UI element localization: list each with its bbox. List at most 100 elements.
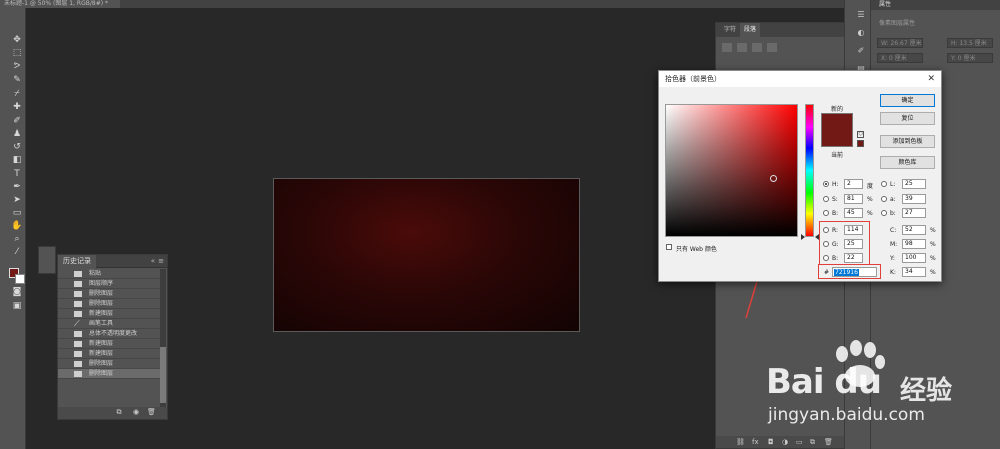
history-item[interactable]: 图层顺序 [58,279,161,289]
align-center-icon[interactable] [737,43,747,52]
magic-wand-tool-icon[interactable]: ✎ [10,74,24,86]
brush-settings-icon[interactable]: ✐ [855,46,867,58]
new-layer-icon[interactable]: ⧉ [810,438,815,446]
x-field[interactable]: X: 0 厘米 [877,53,923,63]
link-icon[interactable]: ⛓ [736,438,745,446]
y-field[interactable]: 100 [902,253,926,263]
group-icon[interactable]: ▭ [796,438,803,446]
quick-mask-icon[interactable]: ◙ [10,286,24,298]
add-to-swatches-button[interactable]: 添加到色板 [880,135,935,148]
history-scroll-thumb[interactable] [160,347,166,403]
watermark-suffix: 经验 [900,376,953,406]
layer-state-icon [74,331,82,337]
path-selection-tool-icon[interactable]: ➤ [10,194,24,206]
panel-menu-icon[interactable]: ≡ [158,255,164,268]
type-tool-icon[interactable]: T [10,168,24,180]
close-icon[interactable]: ✕ [927,71,935,87]
c-field[interactable]: 52 [902,225,926,235]
snapshot-icon[interactable]: ◉ [132,409,140,416]
align-right-icon[interactable] [752,43,762,52]
healing-brush-tool-icon[interactable]: ✚ [10,101,24,113]
marquee-tool-icon[interactable]: ⬚ [10,47,24,59]
y-field[interactable]: Y: 0 厘米 [947,53,993,63]
saturation-brightness-field[interactable] [665,104,798,237]
history-item[interactable]: 新建图层 [58,309,161,319]
hue-slider[interactable] [805,104,814,237]
lab-b-radio[interactable] [881,210,887,216]
zoom-tool-icon[interactable]: ⌕ [10,233,24,245]
align-left-icon[interactable] [722,43,732,52]
hand-tool-icon[interactable]: ✋ [10,220,24,232]
properties-icon[interactable]: ☰ [855,10,867,22]
reset-button[interactable]: 复位 [880,112,935,125]
pen-tool-icon[interactable]: ✒ [10,181,24,193]
l-field[interactable]: 25 [902,179,926,189]
eraser-tool-icon[interactable]: ◧ [10,154,24,166]
brush-tool-icon[interactable]: ✐ [10,115,24,127]
trash-icon[interactable]: 🗑 [147,409,156,416]
mask-icon[interactable]: ◘ [768,438,774,446]
new-color-swatch [821,113,853,130]
lab-b-field[interactable]: 27 [902,208,926,218]
b-radio[interactable] [823,210,829,216]
b-field[interactable]: 45 [844,208,863,218]
document-canvas[interactable] [273,178,580,332]
s-field[interactable]: 81 [844,194,863,204]
collapse-icon[interactable]: « [151,255,155,268]
web-colors-checkbox[interactable] [666,244,672,250]
history-item[interactable]: 新建图层 [58,339,161,349]
history-item[interactable]: 删除图层 [58,359,161,369]
history-item-selected[interactable]: 删除图层 [58,369,161,379]
history-item[interactable]: 删除图层 [58,299,161,309]
rectangle-tool-icon[interactable]: ▭ [10,207,24,219]
a-field[interactable]: 39 [902,194,926,204]
tab-paragraph[interactable]: 段落 [740,23,761,37]
c-label: C: [890,227,897,234]
new-document-from-state-icon[interactable]: ⧉ [115,409,123,416]
height-field[interactable]: H: 13.5 厘米 [947,38,993,48]
history-footer: ⧉ ◉ 🗑 [58,407,167,419]
a-radio[interactable] [881,196,887,202]
color-libraries-button[interactable]: 颜色库 [880,156,935,169]
web-safe-cube-icon[interactable]: ⬡ [857,131,864,138]
hue-slider-left-arrow[interactable] [801,234,805,240]
web-safe-swatch[interactable] [857,140,864,147]
adjustment-icon[interactable]: ◑ [782,438,788,446]
trash-icon[interactable]: 🗑 [824,438,833,446]
history-tab[interactable]: 历史记录 [58,255,96,268]
s-radio[interactable] [823,196,829,202]
alignment-buttons [722,43,782,54]
fx-icon[interactable]: fx [752,438,759,446]
screen-mode-icon[interactable]: ▣ [10,300,24,312]
history-item[interactable]: 总体不透明度更改 [58,329,161,339]
l-radio[interactable] [881,181,887,187]
eyedropper-tool-icon[interactable]: ⌿ [10,88,24,100]
eyedropper-icon[interactable]: ⁄ [10,246,24,258]
tab-character[interactable]: 字符 [720,23,740,37]
h-radio[interactable] [823,181,829,187]
h-label: H: [832,181,839,188]
color-marker[interactable] [770,175,777,182]
history-item[interactable]: 删除图层 [58,289,161,299]
h-field[interactable]: 2 [844,179,863,189]
width-field[interactable]: W: 26.67 厘米 [877,38,923,48]
document-tab[interactable]: 未标题-1 @ 50% (图层 1, RGB/8#) * [0,0,120,8]
layer-state-icon [74,371,82,377]
watermark-brand: Bai du [766,362,882,402]
lasso-tool-icon[interactable]: ᕗ [10,60,24,72]
adjustments-icon[interactable]: ◐ [855,28,867,40]
history-brush-tool-icon[interactable]: ↺ [10,141,24,153]
k-field[interactable]: 34 [902,267,926,277]
m-field[interactable]: 98 [902,239,926,249]
history-item[interactable]: 新建图层 [58,349,161,359]
collapsed-panel-strip[interactable] [38,246,56,274]
background-color-swatch[interactable] [15,274,25,284]
current-color-swatch[interactable] [821,130,853,147]
history-scrollbar[interactable] [160,269,166,407]
justify-icon[interactable] [767,43,777,52]
move-tool-icon[interactable]: ✥ [10,34,24,46]
clone-stamp-tool-icon[interactable]: ♟ [10,128,24,140]
history-item[interactable]: 粘贴 [58,269,161,279]
ok-button[interactable]: 确定 [880,94,935,107]
history-item[interactable]: ⟋ 画笔工具 [58,319,161,329]
